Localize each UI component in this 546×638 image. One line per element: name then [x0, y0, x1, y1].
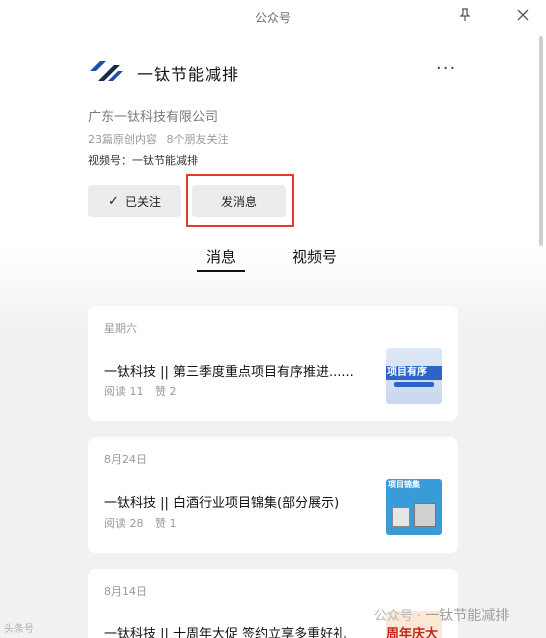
post-thumbnail[interactable]: 项目有序	[386, 348, 442, 404]
post-meta: 阅读 28 赞 1	[104, 515, 177, 531]
active-tab-indicator	[197, 270, 245, 272]
watermark-name: 一钛节能减排	[425, 608, 510, 624]
thumbnail-text: 周年庆大	[386, 627, 439, 638]
like-count: 赞 2	[155, 385, 177, 398]
watermark-left-text: 头条号	[4, 624, 34, 635]
title-bar: 公众号	[0, 0, 546, 34]
post-date: 星期六	[104, 322, 137, 335]
post-title[interactable]: 一钛科技 || 第三季度重点项目有序推进......	[104, 361, 354, 380]
thumbnail-strip	[394, 382, 434, 387]
tab-channels[interactable]: 视频号	[292, 246, 337, 267]
equipment-shape	[414, 503, 436, 527]
read-count: 阅读 28	[104, 517, 144, 530]
account-stats: 23篇原创内容 8个朋友关注	[88, 131, 229, 147]
thumbnail-text: 项目有序	[386, 366, 442, 380]
friends-following: 8个朋友关注	[166, 133, 229, 146]
check-icon: ✓	[108, 193, 119, 209]
post-date: 8月24日	[104, 453, 147, 466]
tab-bar: 消息 视频号	[0, 246, 546, 276]
close-icon[interactable]	[510, 4, 536, 26]
highlight-box	[186, 174, 294, 227]
post-thumbnail[interactable]: 项目锦集	[386, 479, 442, 535]
scrollbar[interactable]	[539, 36, 543, 246]
watermark-prefix: 公众号 ·	[374, 609, 422, 624]
post-card[interactable]: 星期六 一钛科技 || 第三季度重点项目有序推进...... 阅读 11 赞 2…	[88, 306, 458, 421]
post-meta: 阅读 11 赞 2	[104, 383, 177, 399]
equipment-shape	[392, 507, 410, 527]
tab-messages[interactable]: 消息	[206, 246, 236, 267]
more-options-icon[interactable]: ···	[436, 58, 456, 79]
like-count: 赞 1	[155, 517, 177, 530]
post-card[interactable]: 8月14日 一钛科技 || 十周年大促 签约立享多重好礼 周年庆大	[88, 569, 458, 638]
official-account-window: 公众号 一钛节能减排 ··· 广东一钛科技有限公司 23篇原创内容 8个朋友关注…	[0, 0, 546, 638]
account-name: 一钛节能减排	[137, 65, 240, 84]
account-logo	[88, 58, 124, 84]
read-count: 阅读 11	[104, 385, 144, 398]
company-name: 广东一钛科技有限公司	[88, 110, 219, 125]
followed-button[interactable]: ✓ 已关注	[88, 185, 181, 217]
original-count: 23篇原创内容	[88, 133, 157, 146]
followed-label: 已关注	[124, 194, 161, 209]
post-title[interactable]: 一钛科技 || 白酒行业项目锦集(部分展示)	[104, 492, 339, 511]
watermark-right: 公众号 · 一钛节能减排	[374, 605, 509, 625]
pin-icon[interactable]	[452, 4, 478, 26]
post-date: 8月14日	[104, 585, 147, 598]
post-title[interactable]: 一钛科技 || 十周年大促 签约立享多重好礼	[104, 623, 346, 638]
watermark-left: 头条号	[4, 620, 34, 635]
thumbnail-text: 项目锦集	[388, 480, 420, 489]
channel-link[interactable]: 视频号：一钛节能减排	[88, 152, 198, 168]
post-card[interactable]: 8月24日 一钛科技 || 白酒行业项目锦集(部分展示) 阅读 28 赞 1 项…	[88, 437, 458, 553]
